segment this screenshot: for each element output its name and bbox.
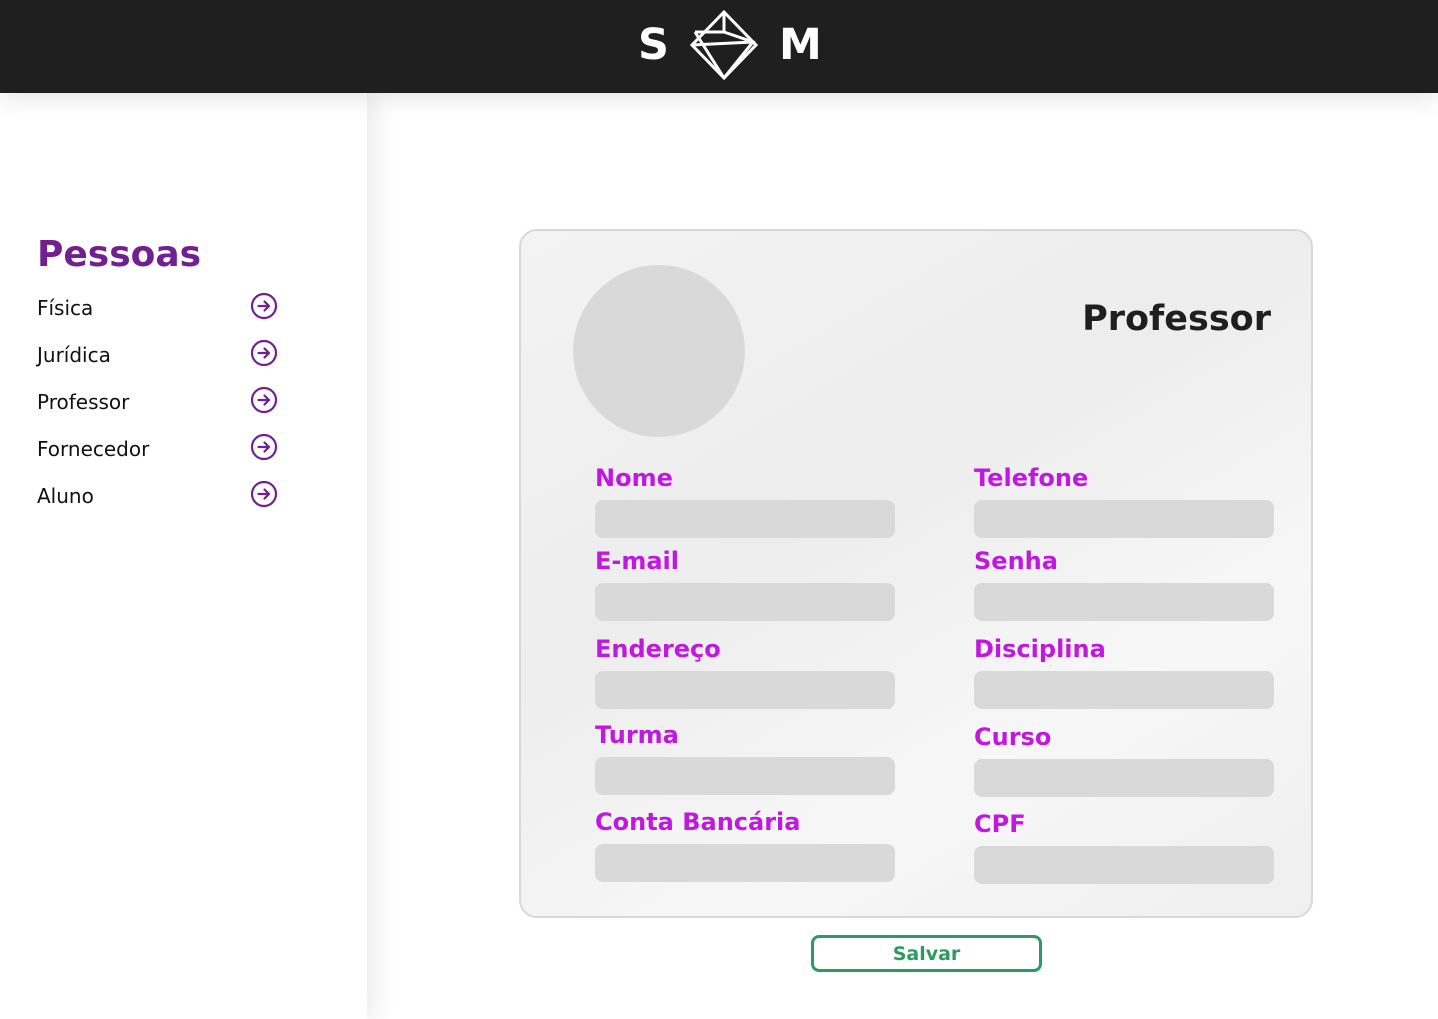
- sidebar-item-label: Jurídica: [37, 343, 111, 367]
- top-header: S M: [0, 0, 1438, 93]
- sidebar-item-professor[interactable]: Professor: [37, 386, 279, 416]
- nome-input[interactable]: [595, 500, 895, 538]
- disciplina-input[interactable]: [974, 671, 1274, 709]
- disciplina-label: Disciplina: [974, 635, 1106, 663]
- curso-label: Curso: [974, 723, 1052, 751]
- telefone-input[interactable]: [974, 500, 1274, 538]
- senha-input[interactable]: [974, 583, 1274, 621]
- arrow-right-circle-icon[interactable]: [250, 339, 278, 367]
- turma-label: Turma: [595, 721, 679, 749]
- endereco-input[interactable]: [595, 671, 895, 709]
- senha-label: Senha: [974, 547, 1058, 575]
- sidebar-item-label: Professor: [37, 390, 130, 414]
- sidebar-item-label: Fornecedor: [37, 437, 150, 461]
- logo-letter-m: M: [779, 20, 822, 70]
- sidebar-item-fornecedor[interactable]: Fornecedor: [37, 433, 279, 463]
- sidebar-title: Pessoas: [37, 234, 202, 275]
- sidebar: Pessoas Física Jurídica Professor Fornec…: [0, 93, 367, 1019]
- sidebar-item-fisica[interactable]: Física: [37, 292, 279, 322]
- arrow-right-circle-icon[interactable]: [250, 292, 278, 320]
- curso-input[interactable]: [974, 759, 1274, 797]
- conta-bancaria-label: Conta Bancária: [595, 808, 801, 836]
- save-button[interactable]: Salvar: [811, 935, 1042, 972]
- cpf-input[interactable]: [974, 846, 1274, 884]
- diamond-logo-icon: [689, 10, 759, 80]
- professor-form-card: Professor Nome E-mail Endereço Turma Con…: [519, 229, 1313, 918]
- sidebar-item-juridica[interactable]: Jurídica: [37, 339, 279, 369]
- email-label: E-mail: [595, 547, 680, 575]
- form-title: Professor: [1082, 299, 1271, 339]
- arrow-right-circle-icon[interactable]: [250, 386, 278, 414]
- endereco-label: Endereço: [595, 635, 721, 663]
- sidebar-item-aluno[interactable]: Aluno: [37, 480, 279, 510]
- sidebar-item-label: Aluno: [37, 484, 94, 508]
- email-input[interactable]: [595, 583, 895, 621]
- turma-input[interactable]: [595, 757, 895, 795]
- logo-letter-s: S: [638, 20, 669, 70]
- sidebar-item-label: Física: [37, 296, 94, 320]
- cpf-label: CPF: [974, 810, 1026, 838]
- conta-bancaria-input[interactable]: [595, 844, 895, 882]
- avatar-placeholder[interactable]: [573, 265, 745, 437]
- arrow-right-circle-icon[interactable]: [250, 480, 278, 508]
- arrow-right-circle-icon[interactable]: [250, 433, 278, 461]
- telefone-label: Telefone: [974, 464, 1089, 492]
- nome-label: Nome: [595, 464, 673, 492]
